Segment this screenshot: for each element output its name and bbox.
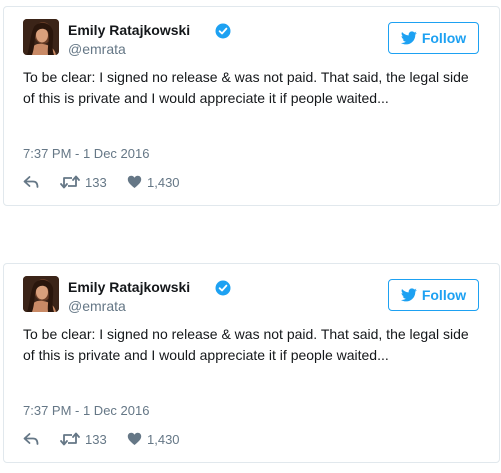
author-name[interactable]: Emily Ratajkowski [68, 21, 190, 39]
retweet-count: 133 [85, 431, 107, 447]
reply-button[interactable] [23, 430, 39, 448]
retweet-count: 133 [85, 174, 107, 190]
reply-button[interactable] [23, 173, 39, 191]
tweet-timestamp[interactable]: 7:37 PM - 1 Dec 2016 [23, 145, 149, 163]
tweet-card: Emily Ratajkowski @emrata Follow To be c… [3, 263, 500, 463]
author-handle[interactable]: @emrata [68, 40, 126, 58]
tweet-actions: 133 1,430 [23, 173, 323, 191]
retweet-icon [60, 432, 80, 446]
like-count: 1,430 [147, 174, 180, 190]
heart-icon [127, 432, 142, 446]
retweet-button[interactable]: 133 [60, 173, 107, 191]
like-count: 1,430 [147, 431, 180, 447]
reply-arrow-icon [23, 175, 39, 189]
tweet-actions: 133 1,430 [23, 430, 323, 448]
verified-badge-icon [215, 280, 231, 296]
author-name[interactable]: Emily Ratajkowski [68, 278, 190, 296]
follow-label: Follow [421, 287, 467, 303]
avatar[interactable] [23, 276, 59, 312]
follow-button[interactable]: Follow [388, 22, 479, 54]
verified-badge-icon [215, 23, 231, 39]
avatar[interactable] [23, 19, 59, 55]
reply-arrow-icon [23, 432, 39, 446]
like-button[interactable]: 1,430 [127, 173, 180, 191]
twitter-bird-icon [400, 31, 417, 45]
retweet-icon [60, 175, 80, 189]
follow-button[interactable]: Follow [388, 279, 479, 311]
heart-icon [127, 175, 142, 189]
twitter-bird-icon [400, 288, 417, 302]
tweet-timestamp[interactable]: 7:37 PM - 1 Dec 2016 [23, 402, 149, 420]
like-button[interactable]: 1,430 [127, 430, 180, 448]
tweet-text: To be clear: I signed no release & was n… [23, 326, 469, 363]
follow-label: Follow [421, 30, 467, 46]
retweet-button[interactable]: 133 [60, 430, 107, 448]
author-handle[interactable]: @emrata [68, 297, 126, 315]
tweet-text: To be clear: I signed no release & was n… [23, 69, 469, 106]
tweet-card: Emily Ratajkowski @emrata Follow To be c… [3, 6, 500, 206]
